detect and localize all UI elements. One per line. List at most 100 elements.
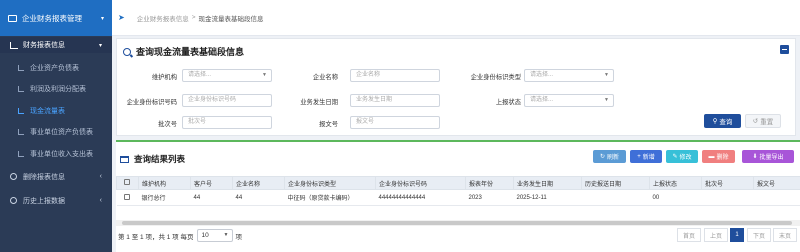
add-button[interactable]: + 新增 [630, 150, 662, 163]
sidebar-item-label: 企业资产负债表 [30, 64, 79, 72]
breadcrumb: ➤ 企业财务报表信息 > 现金流量表基础段信息 [112, 0, 800, 36]
chart-icon [18, 86, 24, 93]
id-code-input[interactable]: 企业身份标识号码 [182, 94, 272, 107]
refresh-button[interactable]: ↻ 刷新 [593, 150, 626, 163]
column-header[interactable]: 报表年份 [465, 176, 514, 190]
column-header[interactable]: 企业身份标识号码 [375, 176, 466, 190]
column-header[interactable]: 客户号 [190, 176, 233, 190]
dashboard-icon [8, 14, 17, 22]
sidebar-item-label: 事业单位收入支出表 [30, 150, 93, 158]
id-type-select[interactable]: 请选择... ▼ [524, 69, 614, 82]
search-icon: ⚲ [712, 118, 718, 125]
next-page-button[interactable]: 下页 [747, 228, 771, 242]
page-size-value: 10 [201, 232, 209, 239]
table-header-row: 维护机构 客户号 企业名称 企业身份标识类型 企业身份标识号码 报表年份 业务发… [116, 176, 800, 190]
checkbox-icon [124, 179, 130, 185]
table-icon [120, 155, 129, 163]
breadcrumb-separator: > [191, 14, 196, 21]
edit-button[interactable]: ✎ 修改 [666, 150, 698, 163]
ent-name-label: 企业名称 [312, 74, 338, 81]
chevron-down-icon: ▾ [100, 15, 104, 22]
table-row[interactable]: 银行总行 44 44 中征码（原贷款卡编码） 44444444444444 20… [116, 189, 800, 206]
breadcrumb-parent[interactable]: 企业财务报表信息 [137, 13, 189, 23]
first-page-button[interactable]: 首页 [677, 228, 701, 242]
id-code-placeholder: 企业身份标识号码 [188, 97, 237, 103]
table-cell: 44444444444444 [375, 189, 466, 206]
report-no-placeholder: 报文号 [356, 119, 375, 125]
prev-page-button[interactable]: 上页 [704, 228, 728, 242]
sidebar-group-label: 历史上报数据 [23, 197, 65, 205]
reset-icon: ↺ [752, 118, 759, 125]
batch-label: 批次号 [158, 121, 177, 128]
scrollbar-thumb[interactable] [122, 221, 792, 225]
status-label: 上报状态 [495, 99, 521, 106]
chart-icon [18, 107, 24, 114]
query-title: 查询现金流量表基础段信息 [123, 45, 244, 58]
column-header[interactable]: 上报状态 [649, 176, 702, 190]
select-all-checkbox[interactable] [116, 176, 139, 190]
query-panel: 查询现金流量表基础段信息 维护机构 请选择... ▼ 企业名称 企业名称 企业身… [116, 38, 796, 136]
results-table: 维护机构 客户号 企业名称 企业身份标识类型 企业身份标识号码 报表年份 业务发… [116, 176, 800, 206]
page-size-select[interactable]: 10 ▼ [196, 229, 233, 242]
chevron-down-icon: ▼ [604, 97, 609, 103]
table-cell: 中征码（原贷款卡编码） [284, 189, 376, 206]
collapse-button[interactable] [780, 45, 789, 54]
report-no-label: 报文号 [319, 121, 338, 128]
column-header[interactable]: 报文号 [753, 176, 800, 190]
pagination-info-suffix: 项 [235, 233, 243, 241]
checkbox-icon [123, 193, 130, 200]
query-title-text: 查询现金流量表基础段信息 [136, 47, 245, 57]
pagination-info-prefix: 第 1 至 1 项，共 1 项 每页 [118, 233, 194, 241]
export-label: 批量导出 [759, 155, 784, 161]
table-cell: 44 [232, 189, 285, 206]
chevron-down-icon: ▼ [223, 232, 229, 238]
chart-icon [10, 41, 18, 49]
biz-date-input[interactable]: 业务发生日期 [350, 94, 440, 107]
sidebar-group-label: 删除报表信息 [23, 173, 65, 181]
query-button[interactable]: ⚲ 查询 [704, 114, 741, 128]
column-header[interactable]: 企业名称 [232, 176, 285, 190]
delete-button[interactable]: ▬ 删除 [702, 150, 735, 163]
export-button[interactable]: ⬇ 批量导出 [742, 150, 794, 163]
horizontal-scrollbar[interactable] [116, 220, 800, 226]
sidebar-group-label: 财务报表信息 [23, 42, 65, 49]
report-no-input[interactable]: 报文号 [350, 116, 440, 129]
column-header[interactable]: 企业身份标识类型 [284, 176, 376, 190]
navigation-arrow-icon[interactable]: ➤ [118, 13, 125, 22]
reset-button[interactable]: ↺ 重置 [745, 114, 781, 128]
results-title-text: 查询结果列表 [134, 154, 186, 164]
sidebar-item-inst-income[interactable]: 事业单位收入支出表 [0, 143, 112, 165]
sidebar-group-financial-info[interactable]: 财务报表信息 ▾ [0, 37, 112, 53]
add-label: 新增 [642, 155, 655, 161]
sidebar-item-inst-balance[interactable]: 事业单位资产负债表 [0, 122, 112, 144]
ent-name-input[interactable]: 企业名称 [350, 69, 440, 82]
current-page-button[interactable]: 1 [730, 228, 744, 242]
status-placeholder: 请选择... [530, 97, 554, 103]
sidebar-group-history[interactable]: 历史上报数据 ‹ [0, 189, 112, 213]
sidebar-item-cashflow[interactable]: 现金流量表 [0, 100, 112, 122]
query-button-label: 查询 [719, 119, 733, 126]
column-header[interactable]: 批次号 [701, 176, 754, 190]
sidebar-item-label: 现金流量表 [30, 107, 65, 115]
pagination-info: 第 1 至 1 项，共 1 项 每页 10 ▼ 项 [118, 229, 242, 242]
row-checkbox[interactable] [116, 189, 139, 206]
id-code-label: 企业身份标识号码 [126, 99, 177, 106]
last-page-button[interactable]: 末页 [773, 228, 797, 242]
column-header[interactable]: 历史报送日期 [581, 176, 650, 190]
download-icon: ⬇ [752, 154, 758, 160]
chevron-down-icon: ▼ [262, 72, 267, 78]
table-cell: 2023 [465, 189, 514, 206]
column-header[interactable]: 维护机构 [138, 176, 191, 190]
id-type-label: 企业身份标识类型 [470, 74, 521, 81]
biz-date-placeholder: 业务发生日期 [356, 97, 393, 103]
org-select[interactable]: 请选择... ▼ [182, 69, 272, 82]
status-select[interactable]: 请选择... ▼ [524, 94, 614, 107]
id-type-placeholder: 请选择... [530, 72, 554, 78]
sidebar-item-profit[interactable]: 利润及利润分配表 [0, 79, 112, 101]
sidebar-root-menu[interactable]: 企业财务报表管理 ▾ [0, 0, 112, 36]
sidebar-item-balance-sheet[interactable]: 企业资产负债表 [0, 57, 112, 79]
results-panel: 查询结果列表 ↻ 刷新 + 新增 ✎ 修改 ▬ 删除 ⬇ 批量导出 维护机构 客… [116, 140, 800, 252]
sidebar-group-delete[interactable]: 删除报表信息 ‹ [0, 165, 112, 189]
column-header[interactable]: 业务发生日期 [513, 176, 582, 190]
batch-input[interactable]: 批次号 [182, 116, 272, 129]
